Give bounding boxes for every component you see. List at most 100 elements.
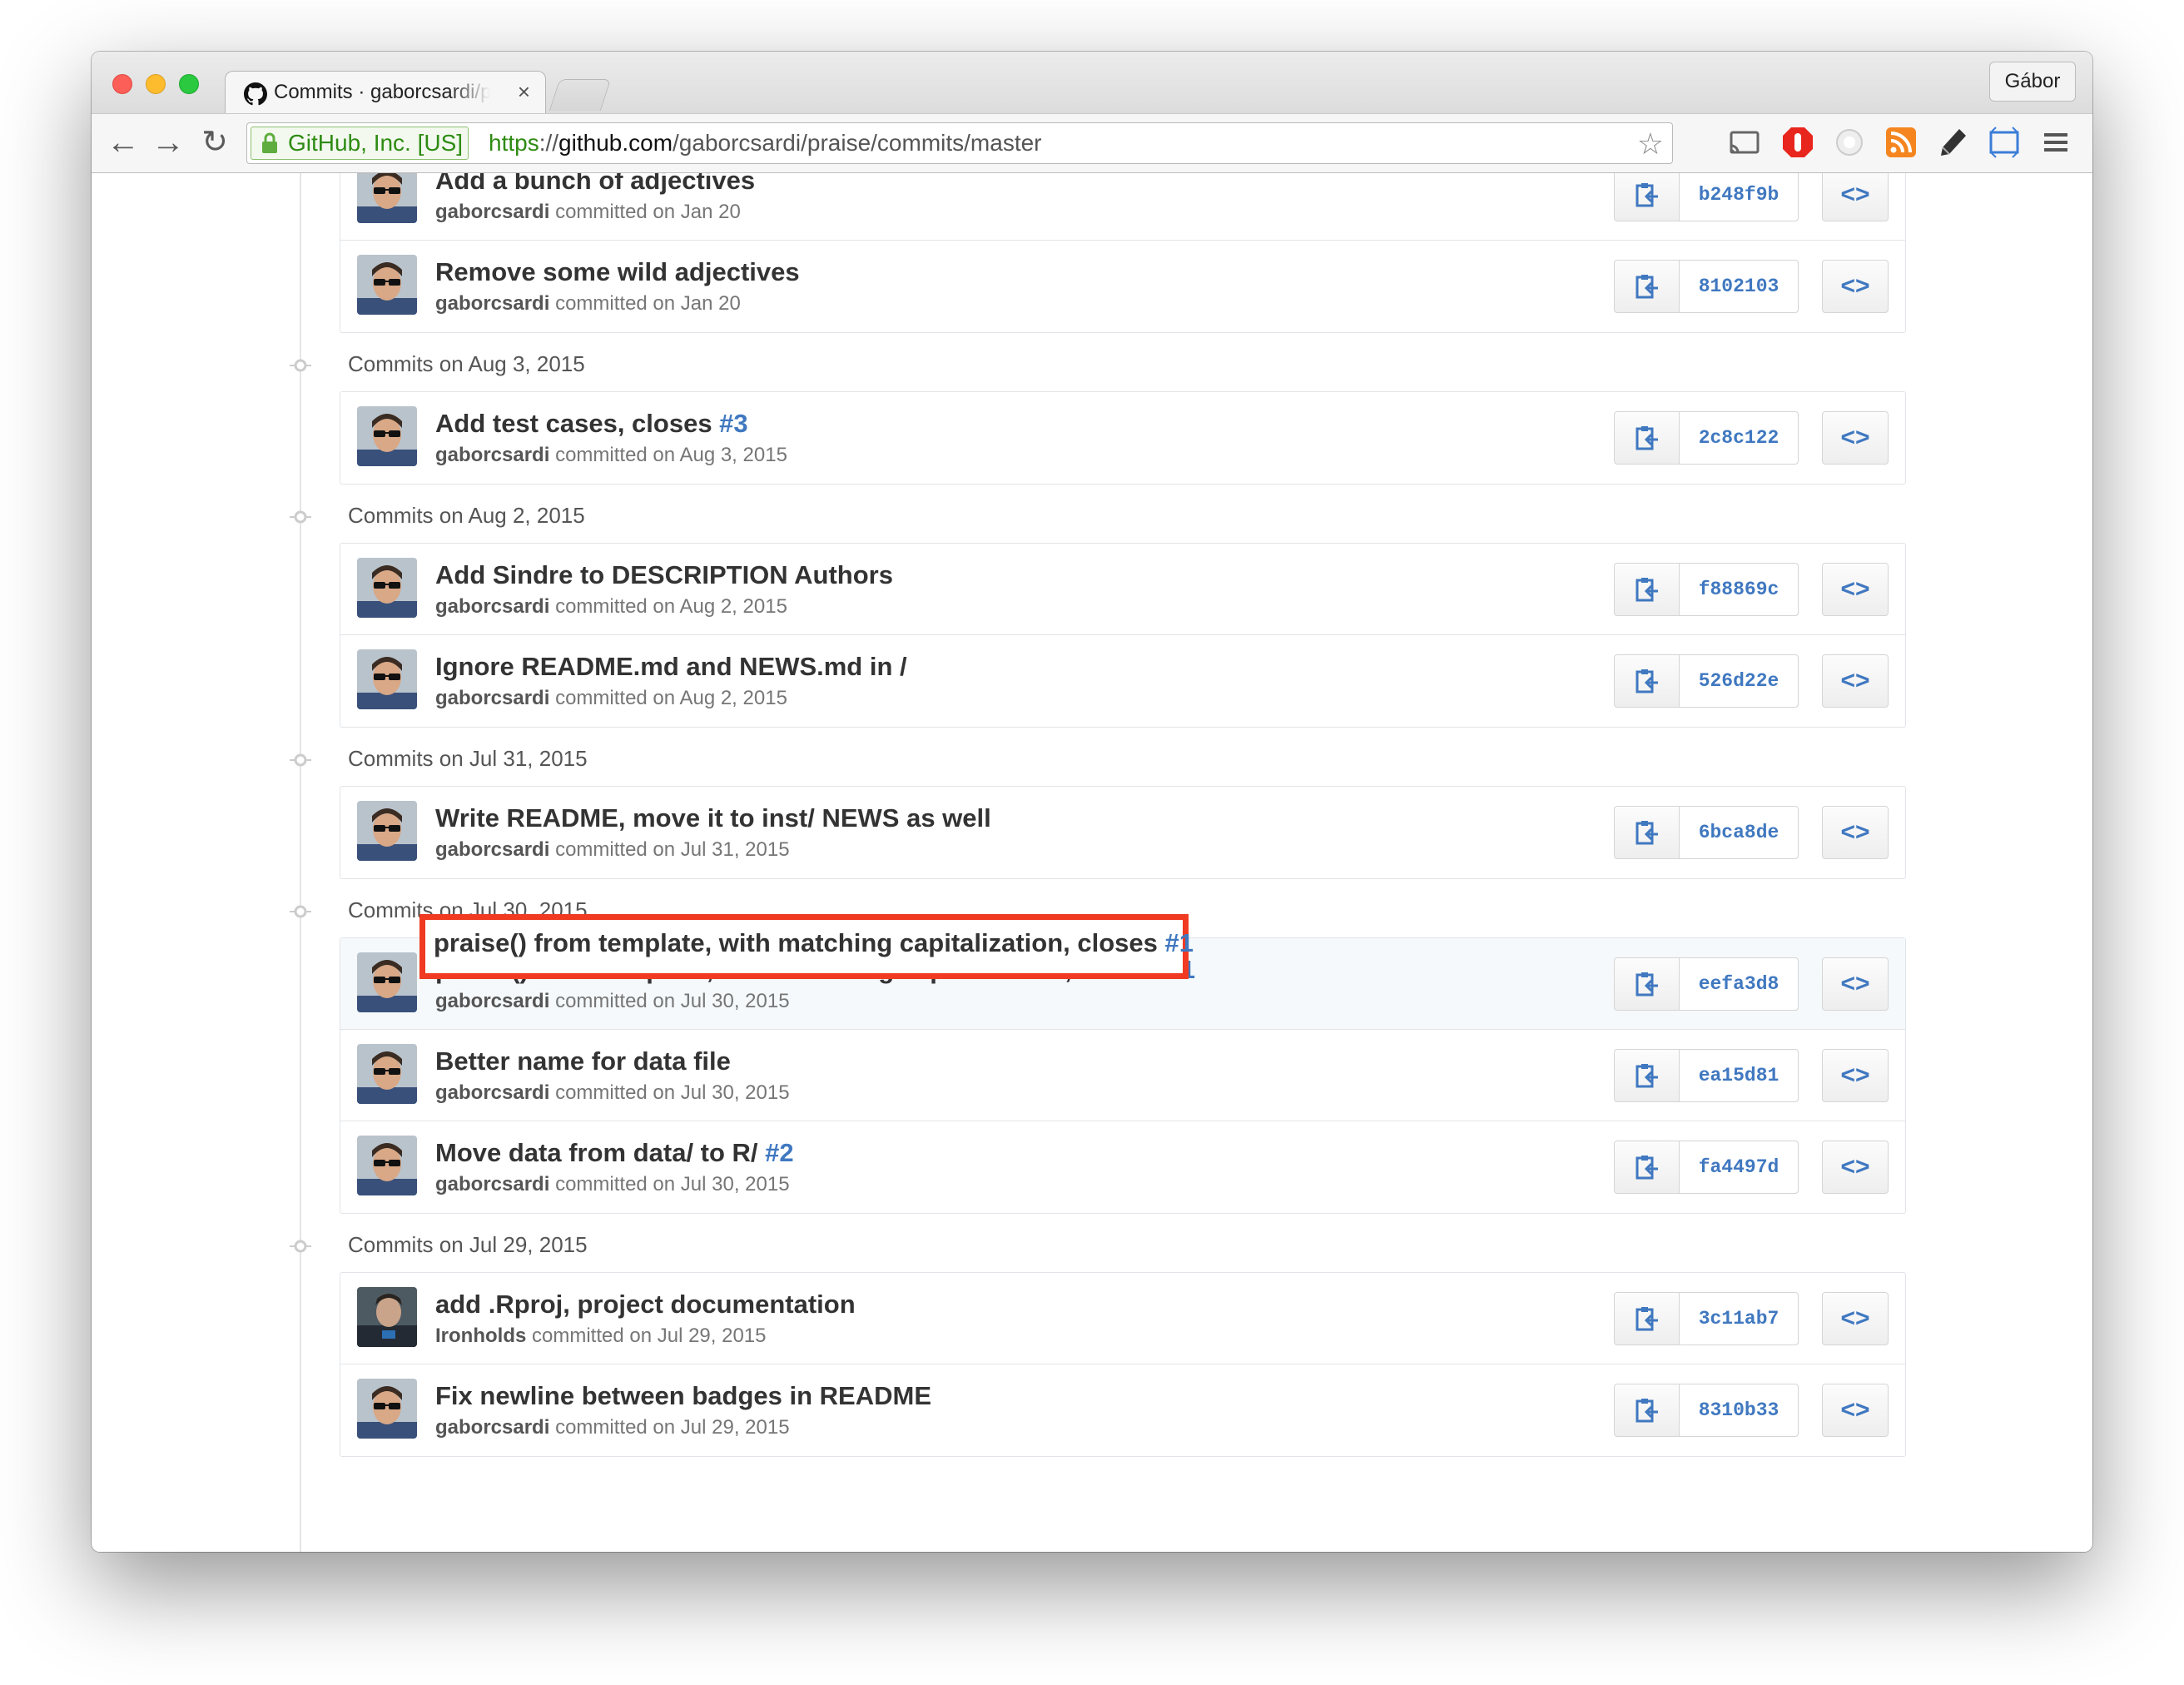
reload-icon[interactable]: ↻ — [198, 126, 231, 159]
commit-author[interactable]: gaborcsardi — [435, 1416, 549, 1439]
adblock-icon[interactable] — [1779, 124, 1816, 161]
commit-message-text[interactable]: Ignore README.md and NEWS.md in / — [435, 652, 907, 681]
rss-icon[interactable] — [1883, 124, 1919, 161]
issue-link[interactable]: #3 — [719, 409, 747, 438]
address-bar[interactable]: GitHub, Inc. [US] https://github.com/gab… — [246, 122, 1673, 164]
commit-message-text[interactable]: Add a bunch of adjectives — [435, 173, 755, 195]
commit-message-text[interactable]: Fix newline between badges in README — [435, 1381, 931, 1410]
commit-sha-link[interactable]: 6bca8de — [1680, 807, 1798, 858]
commit-message-text[interactable]: Move data from data/ to R/ — [435, 1138, 765, 1167]
copy-sha-button[interactable] — [1615, 1141, 1680, 1193]
browse-repo-button[interactable]: <> — [1822, 173, 1889, 221]
zoom-window-button[interactable] — [179, 74, 199, 94]
close-window-button[interactable] — [112, 74, 132, 94]
gaborcsardi-avatar[interactable] — [357, 558, 417, 618]
copy-sha-button[interactable] — [1615, 807, 1680, 858]
ironholds-avatar[interactable] — [357, 1287, 417, 1347]
gaborcsardi-avatar[interactable] — [357, 1379, 417, 1439]
copy-sha-button[interactable] — [1615, 1050, 1680, 1101]
ghostery-icon[interactable] — [1831, 124, 1868, 161]
commit-author[interactable]: gaborcsardi — [435, 1081, 549, 1104]
commit-author[interactable]: Ironholds — [435, 1325, 526, 1347]
commit-message[interactable]: Fix newline between badges in README — [435, 1381, 931, 1411]
copy-sha-button[interactable] — [1615, 412, 1680, 464]
commit-message[interactable]: Better name for data file — [435, 1046, 731, 1076]
browse-repo-button[interactable]: <> — [1822, 1049, 1889, 1102]
commit-message-text[interactable]: Add test cases, closes — [435, 409, 719, 438]
gaborcsardi-avatar[interactable] — [357, 952, 417, 1012]
pen-extension-icon[interactable] — [1934, 124, 1971, 161]
browse-repo-button[interactable]: <> — [1822, 1141, 1889, 1194]
commit-message[interactable]: praise() from template, with matching ca… — [435, 955, 1195, 985]
commit-author[interactable]: gaborcsardi — [435, 444, 549, 466]
commit-author[interactable]: gaborcsardi — [435, 990, 549, 1012]
copy-sha-button[interactable] — [1615, 655, 1680, 707]
copy-sha-button[interactable] — [1615, 958, 1680, 1010]
browse-repo-button[interactable]: <> — [1822, 957, 1889, 1011]
commit-author[interactable]: gaborcsardi — [435, 687, 549, 709]
gaborcsardi-avatar[interactable] — [357, 649, 417, 709]
commit-message-text[interactable]: Remove some wild adjectives — [435, 257, 800, 286]
issue-link[interactable]: #2 — [765, 1138, 793, 1167]
tab-close-icon[interactable]: × — [518, 79, 530, 105]
bookmark-star-icon[interactable]: ☆ — [1637, 127, 1664, 162]
commit-sha-link[interactable]: 3c11ab7 — [1680, 1293, 1798, 1345]
commit-author[interactable]: gaborcsardi — [435, 201, 549, 223]
commit-message-text[interactable]: Add Sindre to DESCRIPTION Authors — [435, 560, 893, 589]
commit-message-text[interactable]: Better name for data file — [435, 1046, 731, 1076]
browse-repo-button[interactable]: <> — [1822, 654, 1889, 708]
commit-sha-link[interactable]: f88869c — [1680, 564, 1798, 615]
gaborcsardi-avatar[interactable] — [357, 1044, 417, 1104]
gaborcsardi-avatar[interactable] — [357, 801, 417, 861]
commit-message[interactable]: Remove some wild adjectives — [435, 257, 800, 287]
commit-sha-link[interactable]: eefa3d8 — [1680, 958, 1798, 1010]
commit-sha-link[interactable]: 8102103 — [1680, 261, 1798, 312]
gaborcsardi-avatar[interactable] — [357, 1136, 417, 1195]
fullscreen-icon[interactable] — [1986, 124, 2023, 161]
commit-message[interactable]: Add a bunch of adjectives — [435, 173, 755, 196]
gaborcsardi-avatar[interactable] — [357, 173, 417, 223]
commit-author[interactable]: gaborcsardi — [435, 595, 549, 618]
browse-repo-button[interactable]: <> — [1822, 1292, 1889, 1345]
commit-author[interactable]: gaborcsardi — [435, 1173, 549, 1195]
forward-arrow-icon[interactable]: → — [151, 126, 185, 159]
menu-hamburger-icon[interactable] — [2038, 124, 2074, 161]
commit-message[interactable]: Ignore README.md and NEWS.md in / — [435, 652, 907, 682]
copy-sha-button[interactable] — [1615, 173, 1680, 221]
browse-repo-button[interactable]: <> — [1822, 260, 1889, 313]
commit-message[interactable]: Move data from data/ to R/ #2 — [435, 1138, 794, 1168]
issue-link[interactable]: #1 — [1167, 955, 1195, 984]
minimize-window-button[interactable] — [146, 74, 166, 94]
commit-sha-link[interactable]: 526d22e — [1680, 655, 1798, 707]
copy-sha-button[interactable] — [1615, 564, 1680, 615]
commit-message[interactable]: Write README, move it to inst/ NEWS as w… — [435, 803, 991, 833]
url-text[interactable]: https://github.com/gaborcsardi/praise/co… — [489, 130, 1042, 157]
browse-repo-button[interactable]: <> — [1822, 1384, 1889, 1437]
cast-icon[interactable] — [1726, 124, 1763, 161]
commit-message-text[interactable]: add .Rproj, project documentation — [435, 1290, 856, 1319]
ev-certificate-badge[interactable]: GitHub, Inc. [US] — [251, 127, 469, 160]
browse-repo-button[interactable]: <> — [1822, 806, 1889, 859]
back-arrow-icon[interactable]: ← — [107, 126, 140, 159]
commit-sha-link[interactable]: fa4497d — [1680, 1141, 1798, 1193]
browse-repo-button[interactable]: <> — [1822, 411, 1889, 465]
commit-author[interactable]: gaborcsardi — [435, 292, 549, 315]
commit-sha-link[interactable]: b248f9b — [1680, 173, 1798, 221]
commit-sha-link[interactable]: 2c8c122 — [1680, 412, 1798, 464]
browser-tab-active[interactable]: Commits · gaborcsardi/praise × — [225, 71, 546, 114]
gaborcsardi-avatar[interactable] — [357, 406, 417, 466]
commit-message[interactable]: Add Sindre to DESCRIPTION Authors — [435, 560, 893, 590]
new-tab-button[interactable] — [548, 79, 612, 111]
commit-sha-link[interactable]: 8310b33 — [1680, 1384, 1798, 1436]
commit-sha-link[interactable]: ea15d81 — [1680, 1050, 1798, 1101]
commit-message-text[interactable]: Write README, move it to inst/ NEWS as w… — [435, 803, 991, 833]
copy-sha-button[interactable] — [1615, 1384, 1680, 1436]
copy-sha-button[interactable] — [1615, 261, 1680, 312]
browse-repo-button[interactable]: <> — [1822, 563, 1889, 616]
copy-sha-button[interactable] — [1615, 1293, 1680, 1345]
profile-button[interactable]: Gábor — [1989, 62, 2076, 102]
commit-message[interactable]: add .Rproj, project documentation — [435, 1290, 856, 1320]
gaborcsardi-avatar[interactable] — [357, 255, 417, 315]
commit-message-text[interactable]: praise() from template, with matching ca… — [435, 955, 1167, 984]
commit-message[interactable]: Add test cases, closes #3 — [435, 409, 748, 439]
